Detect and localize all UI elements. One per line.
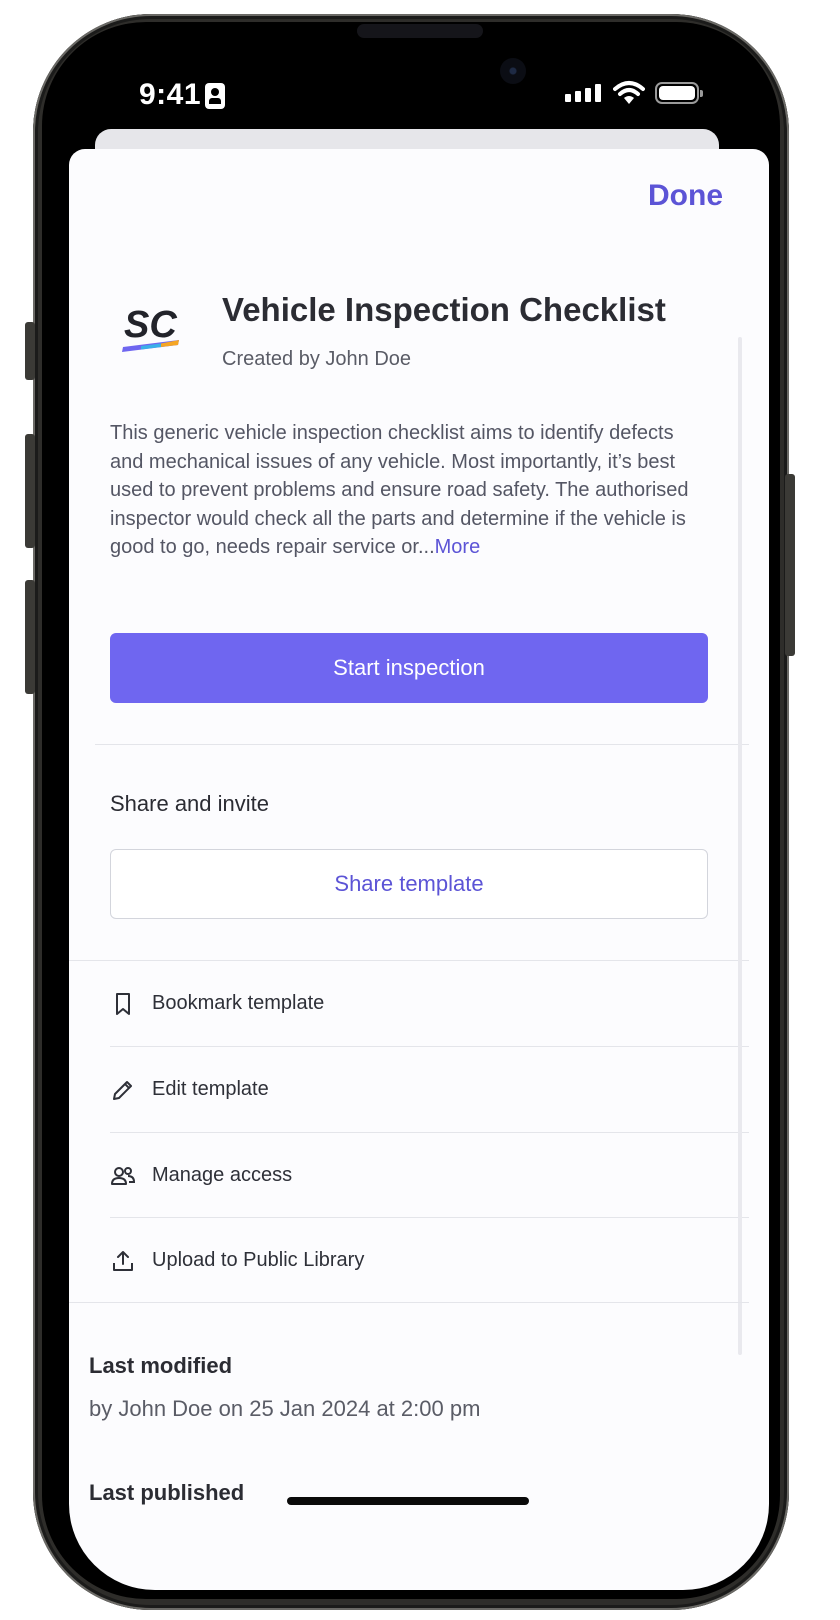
phone-power-button xyxy=(785,474,795,656)
notch xyxy=(274,50,564,110)
description-text: This generic vehicle inspection checklis… xyxy=(110,422,689,558)
phone-screen: 9:41 Done SC Vehicle Inspection Checklis… xyxy=(69,50,769,1590)
phone-side-button xyxy=(25,322,35,380)
scrollbar[interactable] xyxy=(738,337,742,1355)
users-icon xyxy=(110,1163,136,1189)
divider xyxy=(69,1302,749,1303)
start-inspection-button[interactable]: Start inspection xyxy=(110,633,708,703)
logo-text: SC xyxy=(124,304,177,346)
template-title: Vehicle Inspection Checklist xyxy=(222,291,666,328)
share-section-title: Share and invite xyxy=(110,791,269,816)
earpiece xyxy=(357,24,483,38)
more-link[interactable]: More xyxy=(435,536,481,558)
battery-icon xyxy=(655,82,703,104)
created-by: Created by John Doe xyxy=(222,348,412,370)
status-time: 9:41 xyxy=(139,78,202,111)
last-modified-value: by John Doe on 25 Jan 2024 at 2:00 pm xyxy=(89,1396,481,1421)
share-template-button[interactable]: Share template xyxy=(110,849,708,919)
done-button[interactable]: Done xyxy=(648,179,723,213)
action-manage-access[interactable]: Manage access xyxy=(110,1133,749,1218)
action-label: Edit template xyxy=(152,1078,269,1100)
phone-volume-up xyxy=(25,434,35,548)
sc-logo: SC xyxy=(122,304,179,352)
pencil-icon xyxy=(110,1077,136,1103)
phone-volume-down xyxy=(25,580,35,694)
contact-card-icon xyxy=(205,83,225,109)
action-bookmark-template[interactable]: Bookmark template xyxy=(110,961,749,1046)
last-published-title: Last published xyxy=(89,1480,245,1505)
action-label: Manage access xyxy=(152,1164,293,1186)
action-label: Bookmark template xyxy=(152,992,325,1014)
action-edit-template[interactable]: Edit template xyxy=(110,1047,749,1132)
template-description: This generic vehicle inspection checklis… xyxy=(110,419,710,562)
bookmark-icon xyxy=(110,991,136,1017)
action-upload-public-library[interactable]: Upload to Public Library xyxy=(110,1218,749,1303)
action-label: Upload to Public Library xyxy=(152,1249,365,1271)
wifi-icon xyxy=(613,81,645,104)
template-sheet: Done SC Vehicle Inspection Checklist Cre… xyxy=(69,149,769,1590)
divider xyxy=(95,744,749,745)
cellular-signal-icon xyxy=(565,84,603,102)
upload-icon xyxy=(110,1248,136,1274)
camera-icon xyxy=(500,58,526,84)
home-indicator[interactable] xyxy=(287,1497,529,1505)
last-modified-title: Last modified xyxy=(89,1353,233,1378)
